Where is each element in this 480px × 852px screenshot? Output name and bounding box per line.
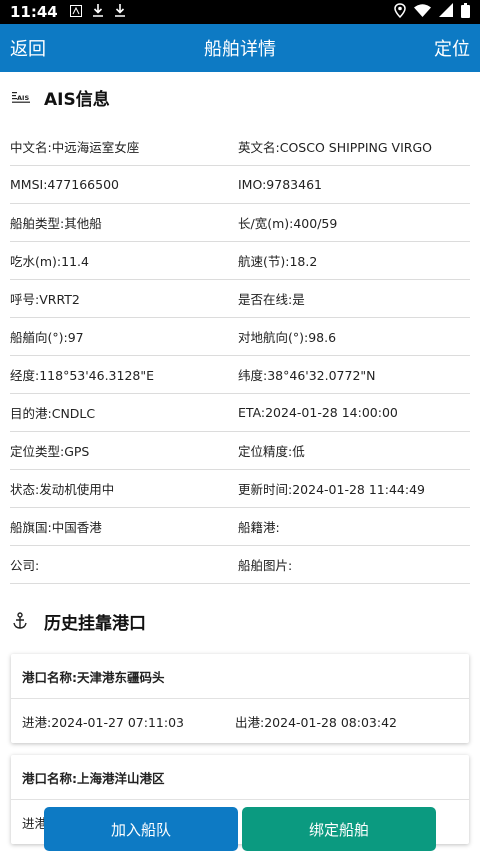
status-time: 11:44 <box>10 3 58 21</box>
info-cell: 状态:发动机使用中 <box>10 482 115 497</box>
info-row: 经度:118°53'46.3128"E 纬度:38°46'32.0772"N <box>10 356 470 394</box>
info-cell: 呼号:VRRT2 <box>10 292 80 307</box>
info-cell: 船舶图片: <box>238 558 293 573</box>
info-cell: 英文名:COSCO SHIPPING VIRGO <box>238 140 432 155</box>
app-bar: 返回 船舶详情 定位 <box>0 24 480 72</box>
notification-app-icon <box>69 3 82 21</box>
signal-icon <box>439 3 453 21</box>
info-row: 呼号:VRRT2 是否在线:是 <box>10 280 470 318</box>
info-row: 状态:发动机使用中 更新时间:2024-01-28 11:44:49 <box>10 470 470 508</box>
info-row: 目的港:CNDLC ETA:2024-01-28 14:00:00 <box>10 394 470 432</box>
info-cell: 中文名:中远海运室女座 <box>10 140 140 155</box>
back-button[interactable]: 返回 <box>10 35 46 61</box>
locate-button[interactable]: 定位 <box>434 35 470 61</box>
battery-icon <box>461 2 470 22</box>
port-name: 港口名称:上海港洋山港区 <box>11 755 469 800</box>
port-times: 进港:2024-01-27 07:11:03 出港:2024-01-28 08:… <box>11 699 469 743</box>
info-cell: 定位类型:GPS <box>10 444 90 459</box>
info-row: 船旗国:中国香港 船籍港: <box>10 508 470 546</box>
info-cell: 更新时间:2024-01-28 11:44:49 <box>238 482 425 497</box>
info-cell: 对地航向(°):98.6 <box>238 330 337 345</box>
info-row: MMSI:477166500 IMO:9783461 <box>10 166 470 204</box>
ais-section-header: AIS AIS信息 <box>0 72 480 122</box>
download-icon <box>114 3 126 21</box>
info-row: 船舶类型:其他船 长/宽(m):400/59 <box>10 204 470 242</box>
info-cell: 长/宽(m):400/59 <box>238 216 338 231</box>
info-cell: ETA:2024-01-28 14:00:00 <box>238 405 398 420</box>
info-cell: 是否在线:是 <box>238 292 305 307</box>
info-cell: 船籍港: <box>238 520 280 535</box>
info-row: 中文名:中远海运室女座 英文名:COSCO SHIPPING VIRGO <box>10 128 470 166</box>
info-cell: 纬度:38°46'32.0772"N <box>238 368 376 383</box>
anchor-icon <box>12 612 32 630</box>
departure-time: 出港:2024-01-28 08:03:42 <box>235 714 397 730</box>
port-card[interactable]: 港口名称:天津港东疆码头 进港:2024-01-27 07:11:03 出港:2… <box>11 654 469 743</box>
arrival-time: 进港:2024-01-27 07:11:03 <box>22 714 184 730</box>
info-cell: 船艏向(°):97 <box>10 330 84 345</box>
status-bar: 11:44 <box>0 0 480 24</box>
info-row: 定位类型:GPS 定位精度:低 <box>10 432 470 470</box>
info-cell: 吃水(m):11.4 <box>10 254 89 269</box>
info-cell: 船旗国:中国香港 <box>10 520 102 535</box>
page-title: 船舶详情 <box>204 39 276 60</box>
info-cell: IMO:9783461 <box>238 177 322 192</box>
info-row: 公司: 船舶图片: <box>10 546 470 584</box>
info-cell: 定位精度:低 <box>238 444 305 459</box>
info-cell: MMSI:477166500 <box>10 177 119 192</box>
info-row: 船艏向(°):97 对地航向(°):98.6 <box>10 318 470 356</box>
location-icon <box>394 2 406 22</box>
info-cell: 公司: <box>10 558 40 573</box>
info-cell: 目的港:CNDLC <box>10 406 96 421</box>
ais-icon-text: AIS <box>17 94 29 102</box>
bottom-action-bar: 加入船队 绑定船舶 <box>0 796 480 852</box>
download-icon <box>92 3 104 21</box>
join-fleet-button[interactable]: 加入船队 <box>44 807 238 851</box>
history-section-title: 历史挂靠港口 <box>44 613 146 634</box>
bind-ship-button[interactable]: 绑定船舶 <box>242 807 436 851</box>
ais-info-grid: 中文名:中远海运室女座 英文名:COSCO SHIPPING VIRGO MMSI… <box>10 128 470 584</box>
port-name: 港口名称:天津港东疆码头 <box>11 654 469 699</box>
wifi-icon <box>414 3 431 21</box>
ais-icon: AIS <box>12 91 32 103</box>
info-cell: 经度:118°53'46.3128"E <box>10 368 155 383</box>
ais-section-title: AIS信息 <box>44 89 110 110</box>
info-cell: 航速(节):18.2 <box>238 254 318 269</box>
info-row: 吃水(m):11.4 航速(节):18.2 <box>10 242 470 280</box>
history-section-header: 历史挂靠港口 <box>0 596 480 646</box>
info-cell: 船舶类型:其他船 <box>10 216 102 231</box>
